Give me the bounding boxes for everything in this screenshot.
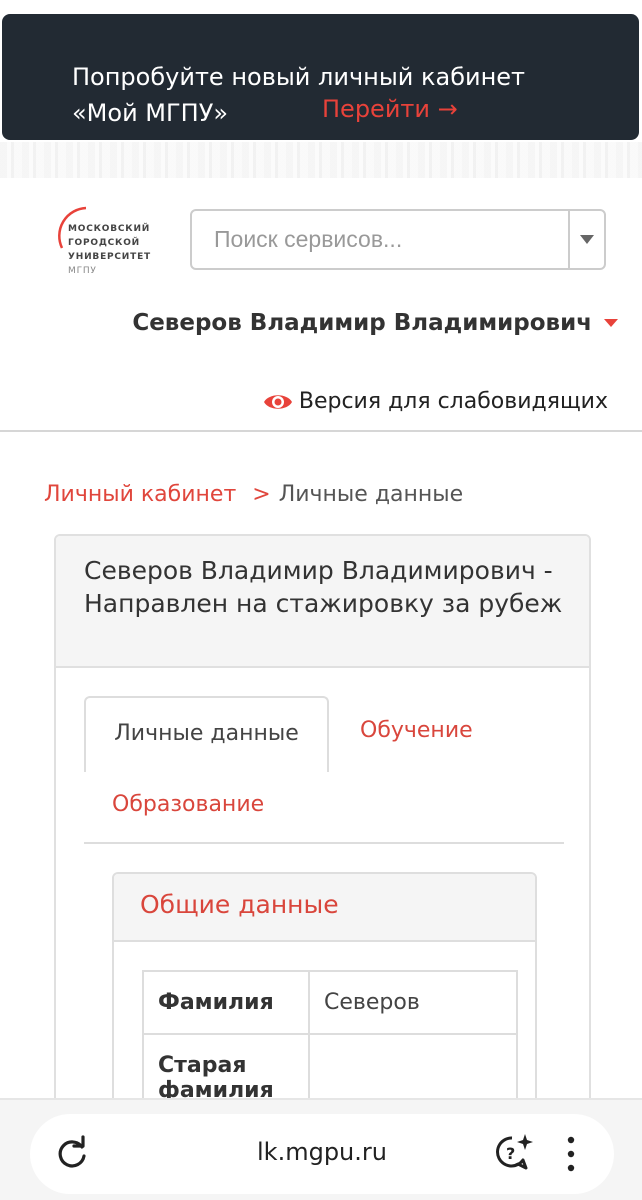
breadcrumb: Личный кабинет > Личные данные	[44, 482, 463, 507]
breadcrumb-home-link[interactable]: Личный кабинет	[44, 482, 236, 507]
logo-line-1: МОСКОВСКИЙ	[68, 224, 151, 234]
service-search	[190, 209, 606, 270]
breadcrumb-current: Личные данные	[278, 482, 464, 507]
table-key: Фамилия	[142, 970, 310, 1035]
panel-header[interactable]: Общие данные	[114, 874, 535, 942]
search-input[interactable]	[192, 211, 570, 268]
table-row: Фамилия Северов	[142, 970, 518, 1035]
chevron-down-icon	[580, 235, 594, 244]
tab-studies[interactable]: Обучение	[360, 718, 473, 743]
header-divider	[0, 430, 642, 432]
promo-banner-area: Попробуйте новый личный кабинет «Мой МГП…	[0, 0, 642, 178]
search-dropdown-button[interactable]	[568, 211, 604, 268]
svg-text:?: ?	[506, 1144, 515, 1163]
banner-shadow	[0, 142, 642, 178]
card-header: Северов Владимир Владимирович - Направле…	[56, 536, 589, 668]
assistant-icon[interactable]: ?	[492, 1132, 534, 1174]
user-name: Северов Владимир Владимирович	[132, 310, 592, 336]
tab-education[interactable]: Образование	[112, 792, 264, 817]
more-menu-icon[interactable]	[564, 1134, 578, 1174]
tabs-divider	[84, 842, 564, 844]
mgpu-logo[interactable]: МОСКОВСКИЙ ГОРОДСКОЙ УНИВЕРСИТЕТ МГПУ	[52, 204, 162, 280]
low-vision-label: Версия для слабовидящих	[298, 389, 608, 414]
promo-banner: Попробуйте новый личный кабинет «Мой МГП…	[2, 14, 639, 140]
breadcrumb-separator: >	[252, 482, 271, 507]
logo-line-2: ГОРОДСКОЙ	[68, 238, 140, 248]
card-title: Северов Владимир Владимирович - Направле…	[84, 556, 563, 618]
caret-down-icon	[604, 319, 618, 327]
table-value: Северов	[308, 970, 518, 1035]
banner-go-link[interactable]: Перейти →	[322, 91, 458, 127]
tab-personal-data[interactable]: Личные данные	[84, 696, 329, 772]
logo-line-3: УНИВЕРСИТЕТ	[68, 252, 151, 262]
low-vision-version-link[interactable]: Версия для слабовидящих	[263, 389, 608, 414]
address-bar[interactable]: lk.mgpu.ru ?	[30, 1114, 614, 1194]
eye-icon	[263, 391, 293, 413]
user-menu[interactable]: Северов Владимир Владимирович	[132, 310, 618, 336]
logo-line-4: МГПУ	[68, 266, 97, 276]
panel-title: Общие данные	[140, 890, 339, 919]
